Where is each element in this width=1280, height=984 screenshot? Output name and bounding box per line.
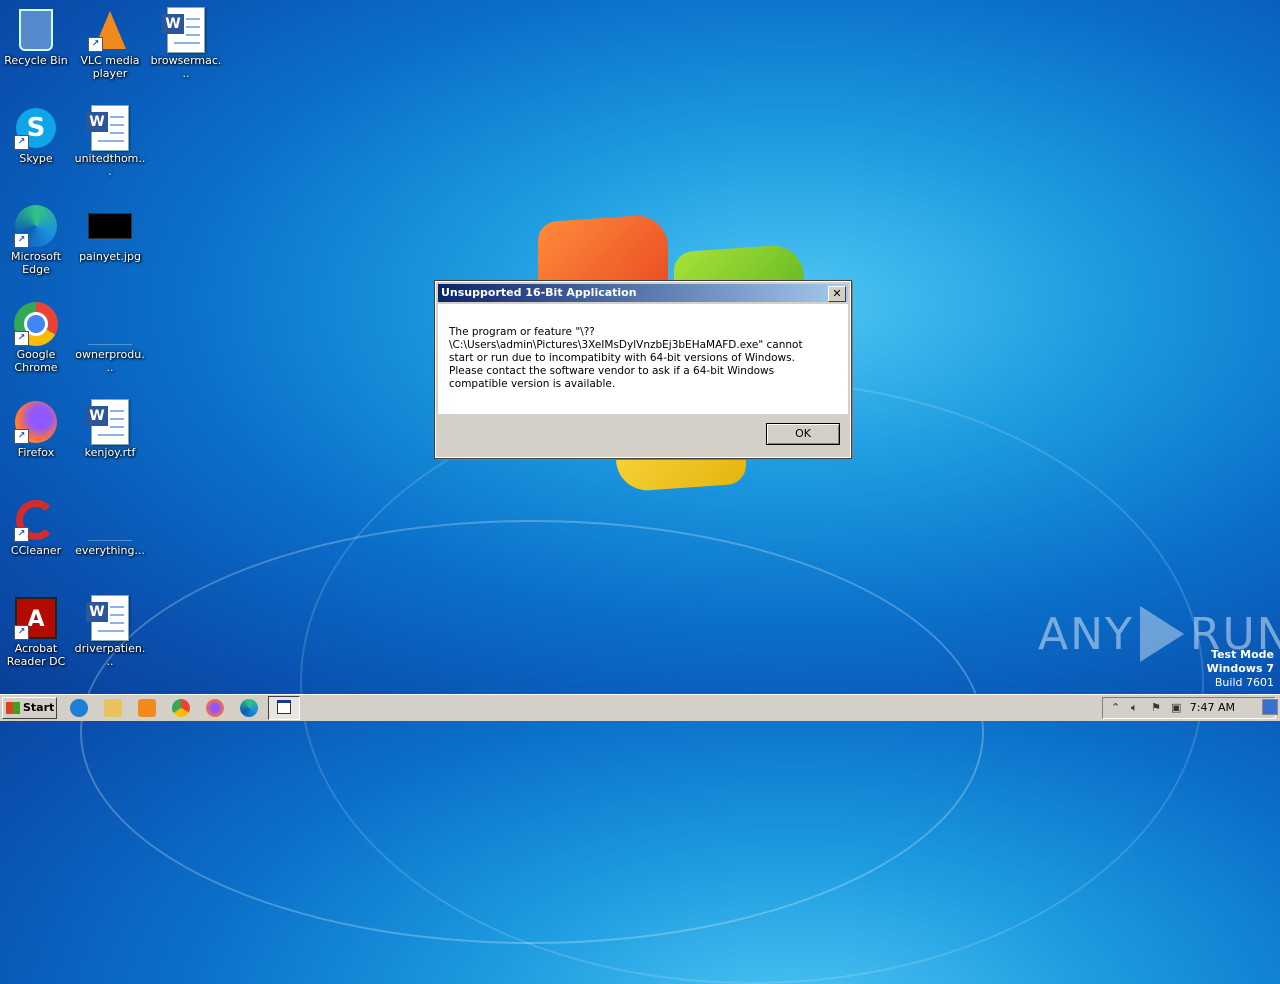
show-hidden-icons-icon[interactable]: ⌃ xyxy=(1111,702,1123,714)
dialog-title: Unsupported 16-Bit Application xyxy=(441,286,637,299)
internet-explorer-icon[interactable] xyxy=(70,699,88,717)
desktop-icon-ownerprodu[interactable]: ownerprodu... xyxy=(72,296,148,374)
play-icon xyxy=(1139,606,1184,662)
word-document-icon: W xyxy=(86,595,132,641)
window-icon xyxy=(277,700,291,714)
ok-button[interactable]: OK xyxy=(766,423,840,445)
watermark-left: ANY xyxy=(1038,608,1134,660)
word-document-icon: W xyxy=(162,7,208,53)
media-player-icon[interactable] xyxy=(138,699,156,717)
firefox-taskbar-icon[interactable] xyxy=(206,699,224,717)
word-document-icon: W xyxy=(86,105,132,151)
desktop-icon-painyet[interactable]: painyet.jpg xyxy=(72,198,148,263)
recycle-bin-icon xyxy=(14,8,58,52)
file-explorer-icon[interactable] xyxy=(104,699,122,717)
image-thumbnail-icon xyxy=(88,204,132,248)
test-mode-notice: Test Mode Windows 7 Build 7601 xyxy=(1207,648,1274,690)
taskbar: Start ⌃ 🔈︎ ⚑ ▣ 7:47 AM xyxy=(0,694,1280,721)
clock[interactable]: 7:47 AM xyxy=(1190,701,1235,714)
desktop-icon-everything[interactable]: everything... xyxy=(72,492,148,557)
windows-flag-icon xyxy=(6,702,20,714)
test-mode-label: Test Mode xyxy=(1211,648,1274,661)
blank-file-icon xyxy=(88,498,132,542)
desktop-icon-recycle-bin[interactable]: Recycle Bin xyxy=(0,2,74,67)
start-label: Start xyxy=(23,701,55,714)
blank-file-icon xyxy=(88,302,132,346)
firefox-icon: ↗ xyxy=(14,400,58,444)
word-document-icon: W xyxy=(86,399,132,445)
desktop-icon-google-chrome[interactable]: ↗ Google Chrome xyxy=(0,296,74,374)
desktop-icon-skype[interactable]: S ↗ Skype xyxy=(0,100,74,165)
build-label: Build 7601 xyxy=(1214,676,1274,689)
system-tray: ⌃ 🔈︎ ⚑ ▣ 7:47 AM xyxy=(1102,697,1276,719)
network-icon[interactable]: ▣ xyxy=(1171,702,1183,714)
dialog-message: The program or feature "\??\C:\Users\adm… xyxy=(449,326,803,390)
desktop-icon-unitedthom[interactable]: W unitedthom... xyxy=(72,100,148,178)
os-label: Windows 7 xyxy=(1206,662,1274,675)
chrome-icon: ↗ xyxy=(14,302,58,346)
skype-icon: S ↗ xyxy=(14,106,58,150)
volume-icon[interactable]: 🔈︎ xyxy=(1131,702,1143,714)
desktop-icon-kenjoy[interactable]: W kenjoy.rtf xyxy=(72,394,148,459)
action-center-flag-icon[interactable]: ⚑ xyxy=(1151,702,1163,714)
desktop-icon-vlc[interactable]: ↗ VLC media player xyxy=(72,2,148,80)
desktop-icon-firefox[interactable]: ↗ Firefox xyxy=(0,394,74,459)
desktop-icon-ccleaner[interactable]: ↗ CCleaner xyxy=(0,492,74,557)
dialog-close-button[interactable]: ✕ xyxy=(828,286,846,302)
acrobat-icon: A ↗ xyxy=(14,596,58,640)
ccleaner-icon: ↗ xyxy=(14,498,58,542)
dialog-titlebar[interactable]: Unsupported 16-Bit Application ✕ xyxy=(438,284,848,302)
desktop-icon-acrobat-reader[interactable]: A ↗ Acrobat Reader DC xyxy=(0,590,74,668)
chrome-taskbar-icon[interactable] xyxy=(172,699,190,717)
start-button[interactable]: Start xyxy=(2,697,57,719)
desktop-icon-driverpatien[interactable]: W driverpatien... xyxy=(72,590,148,668)
vlc-cone-icon: ↗ xyxy=(88,8,132,52)
unsupported-app-dialog: Unsupported 16-Bit Application ✕ The pro… xyxy=(434,280,852,459)
edge-icon: ↗ xyxy=(14,204,58,248)
edge-taskbar-icon[interactable] xyxy=(240,699,258,717)
desktop-icon-browsermac[interactable]: W browsermac... xyxy=(148,2,224,80)
dialog-body: The program or feature "\??\C:\Users\adm… xyxy=(438,304,848,414)
desktop-icon-microsoft-edge[interactable]: ↗ Microsoft Edge xyxy=(0,198,74,276)
active-window-taskbar-button[interactable] xyxy=(268,696,300,720)
show-desktop-button[interactable] xyxy=(1262,699,1278,715)
